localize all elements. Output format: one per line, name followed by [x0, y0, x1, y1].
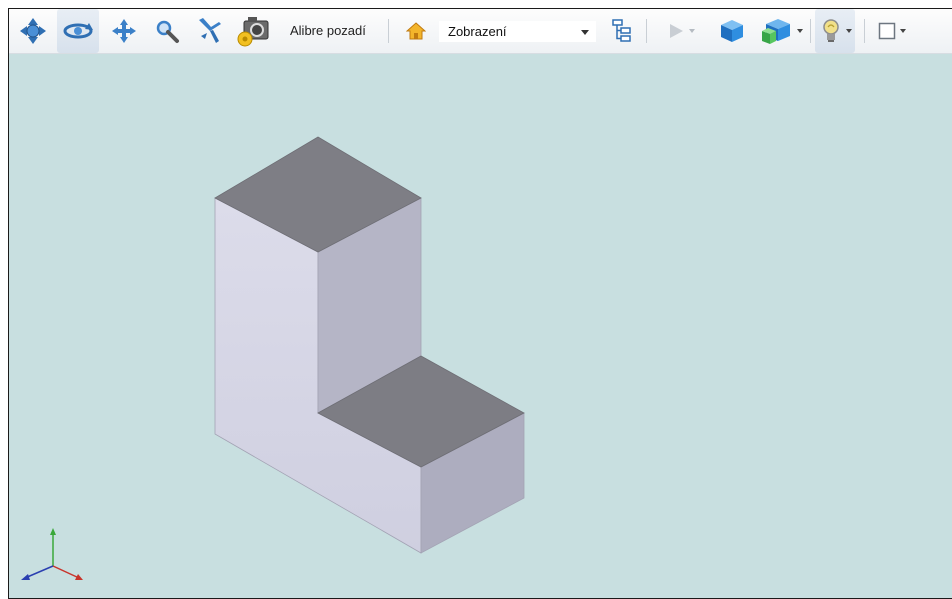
play-icon — [669, 24, 683, 38]
z-axis-line — [24, 565, 54, 579]
display-style-button[interactable] — [757, 9, 805, 53]
toolbar: Alibre pozadí Zobrazení — [9, 9, 952, 54]
lighting-button[interactable] — [815, 9, 855, 53]
chevron-down-icon — [688, 29, 695, 33]
frame-button[interactable] — [871, 9, 911, 53]
camera-icon — [237, 17, 269, 47]
zoom-button[interactable] — [149, 9, 185, 53]
frame-icon — [878, 22, 895, 40]
camera-button[interactable] — [233, 9, 275, 53]
z-axis-arrow — [21, 574, 30, 580]
fly-button[interactable] — [191, 9, 229, 53]
chevron-down-icon — [899, 29, 906, 33]
orbit-button[interactable] — [13, 9, 53, 53]
tree-icon — [612, 19, 631, 42]
pan-button[interactable] — [105, 9, 143, 53]
chevron-down-icon — [796, 29, 803, 33]
home-icon — [406, 22, 426, 40]
toolbar-separator — [388, 19, 389, 43]
pan-icon — [112, 19, 136, 43]
l-bracket-model — [214, 136, 525, 554]
x-axis-line — [52, 565, 80, 579]
tree-button[interactable] — [607, 9, 637, 53]
shaded-cube-button[interactable] — [715, 9, 749, 53]
rotate-icon — [63, 23, 93, 39]
view-dropdown-value: Zobrazení — [448, 24, 507, 39]
shaded-cube-icon — [721, 20, 743, 42]
toolbar-separator — [646, 19, 647, 43]
fly-icon — [199, 18, 221, 43]
view-dropdown[interactable]: Zobrazení — [439, 21, 596, 42]
viewport-3d[interactable] — [9, 54, 952, 598]
chevron-down-icon — [845, 29, 852, 33]
chevron-down-icon — [581, 30, 589, 35]
zoom-icon — [156, 20, 179, 43]
background-button[interactable]: Alibre pozadí — [290, 23, 366, 38]
display-style-icon — [761, 19, 790, 44]
play-button[interactable] — [659, 9, 701, 53]
model-canvas — [21, 136, 525, 580]
orbit-icon — [20, 18, 46, 44]
y-axis-arrow — [50, 528, 56, 535]
home-button[interactable] — [401, 9, 431, 53]
toolbar-separator — [864, 19, 865, 43]
toolbar-separator — [810, 19, 811, 43]
axis-triad — [21, 528, 83, 580]
app-window: Alibre pozadí Zobrazení — [8, 8, 952, 599]
lighting-icon — [822, 19, 839, 42]
rotate-button[interactable] — [57, 9, 99, 53]
